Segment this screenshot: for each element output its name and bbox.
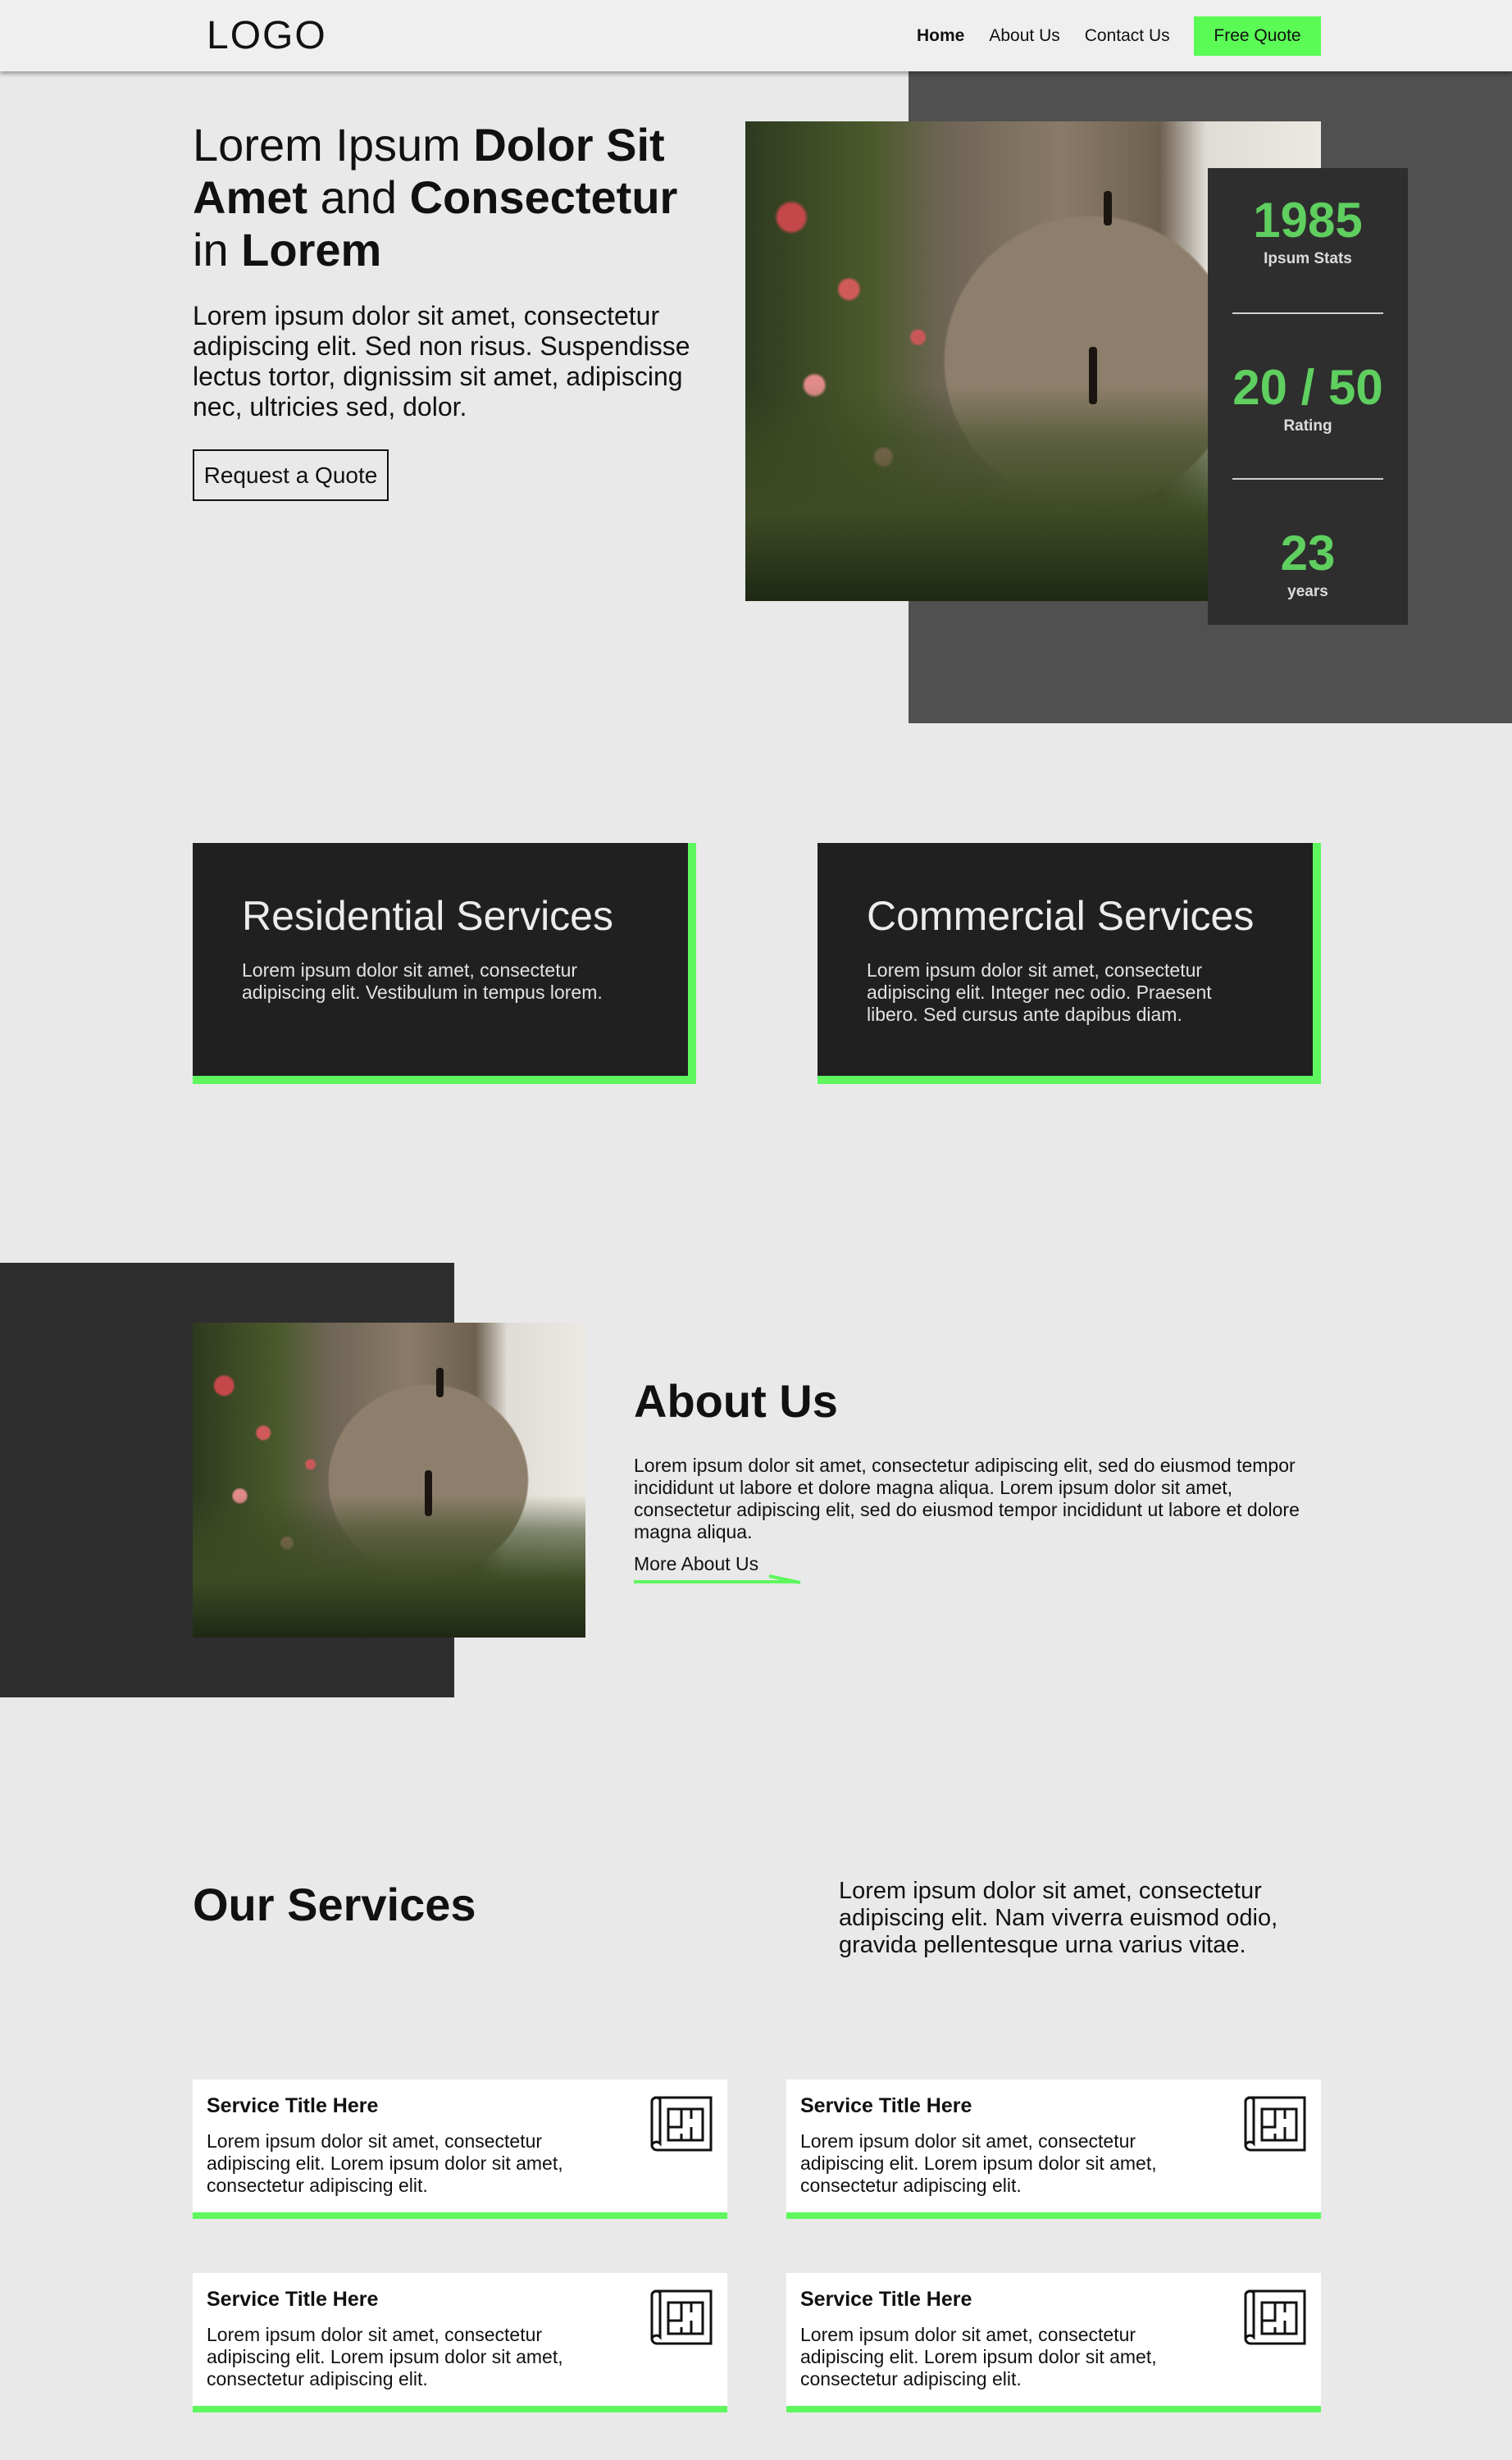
free-quote-button[interactable]: Free Quote [1194,16,1321,56]
about-image [193,1323,585,1638]
service-text: Lorem ipsum dolor sit amet, consectetur … [800,2130,1157,2196]
service-text: Lorem ipsum dolor sit amet, consectetur … [207,2130,563,2196]
stat-years: 23 years [1280,526,1336,601]
service-card[interactable]: Service Title Here Lorem ipsum dolor sit… [193,2273,727,2412]
nav-link-home[interactable]: Home [917,26,964,46]
card-text: Lorem ipsum dolor sit amet, consectetur … [867,959,1212,1025]
commercial-services-card[interactable]: Commercial Services Lorem ipsum dolor si… [817,843,1321,1084]
service-text: Lorem ipsum dolor sit amet, consectetur … [800,2324,1157,2389]
blueprint-icon [1244,2096,1306,2152]
blueprint-icon [650,2096,713,2152]
nav-link-contact[interactable]: Contact Us [1085,26,1170,46]
card-title: Residential Services [242,893,613,939]
service-title: Service Title Here [800,2094,972,2117]
service-card[interactable]: Service Title Here Lorem ipsum dolor sit… [786,2273,1321,2412]
about-text: Lorem ipsum dolor sit amet, consectetur … [634,1455,1300,1542]
more-about-link[interactable]: More About Us [634,1553,758,1575]
service-card[interactable]: Service Title Here Lorem ipsum dolor sit… [193,2080,727,2219]
blueprint-icon [650,2289,713,2345]
stat-divider [1232,312,1383,314]
blueprint-icon [1244,2289,1306,2345]
residential-services-card[interactable]: Residential Services Lorem ipsum dolor s… [193,843,696,1084]
nav-links: Home About Us Contact Us [917,26,1195,46]
link-underline-arrow [634,1574,801,1584]
nav-link-about[interactable]: About Us [989,26,1059,46]
request-quote-button[interactable]: Request a Quote [193,449,389,501]
hero-title: Lorem Ipsum Dolor Sit Amet and Consectet… [193,119,678,276]
service-title: Service Title Here [207,2094,379,2117]
service-title: Service Title Here [207,2288,379,2311]
our-services-intro: Lorem ipsum dolor sit amet, consectetur … [839,1878,1278,1958]
logo[interactable]: LOGO [207,13,327,58]
card-text: Lorem ipsum dolor sit amet, consectetur … [242,959,603,1003]
stat-divider [1232,478,1383,480]
stats-panel: 1985 Ipsum Stats 20 / 50 Rating 23 years [1208,168,1408,625]
top-navbar: LOGO Home About Us Contact Us Free Quote [0,0,1512,71]
service-card[interactable]: Service Title Here Lorem ipsum dolor sit… [786,2080,1321,2219]
card-title: Commercial Services [867,893,1255,939]
stat-rating: 20 / 50 Rating [1232,360,1383,435]
hero-description: Lorem ipsum dolor sit amet, consectetur … [193,301,690,421]
our-services-title: Our Services [193,1879,476,1930]
service-title: Service Title Here [800,2288,972,2311]
service-text: Lorem ipsum dolor sit amet, consectetur … [207,2324,563,2389]
stat-founded: 1985 Ipsum Stats [1253,193,1363,268]
about-title: About Us [634,1375,838,1427]
